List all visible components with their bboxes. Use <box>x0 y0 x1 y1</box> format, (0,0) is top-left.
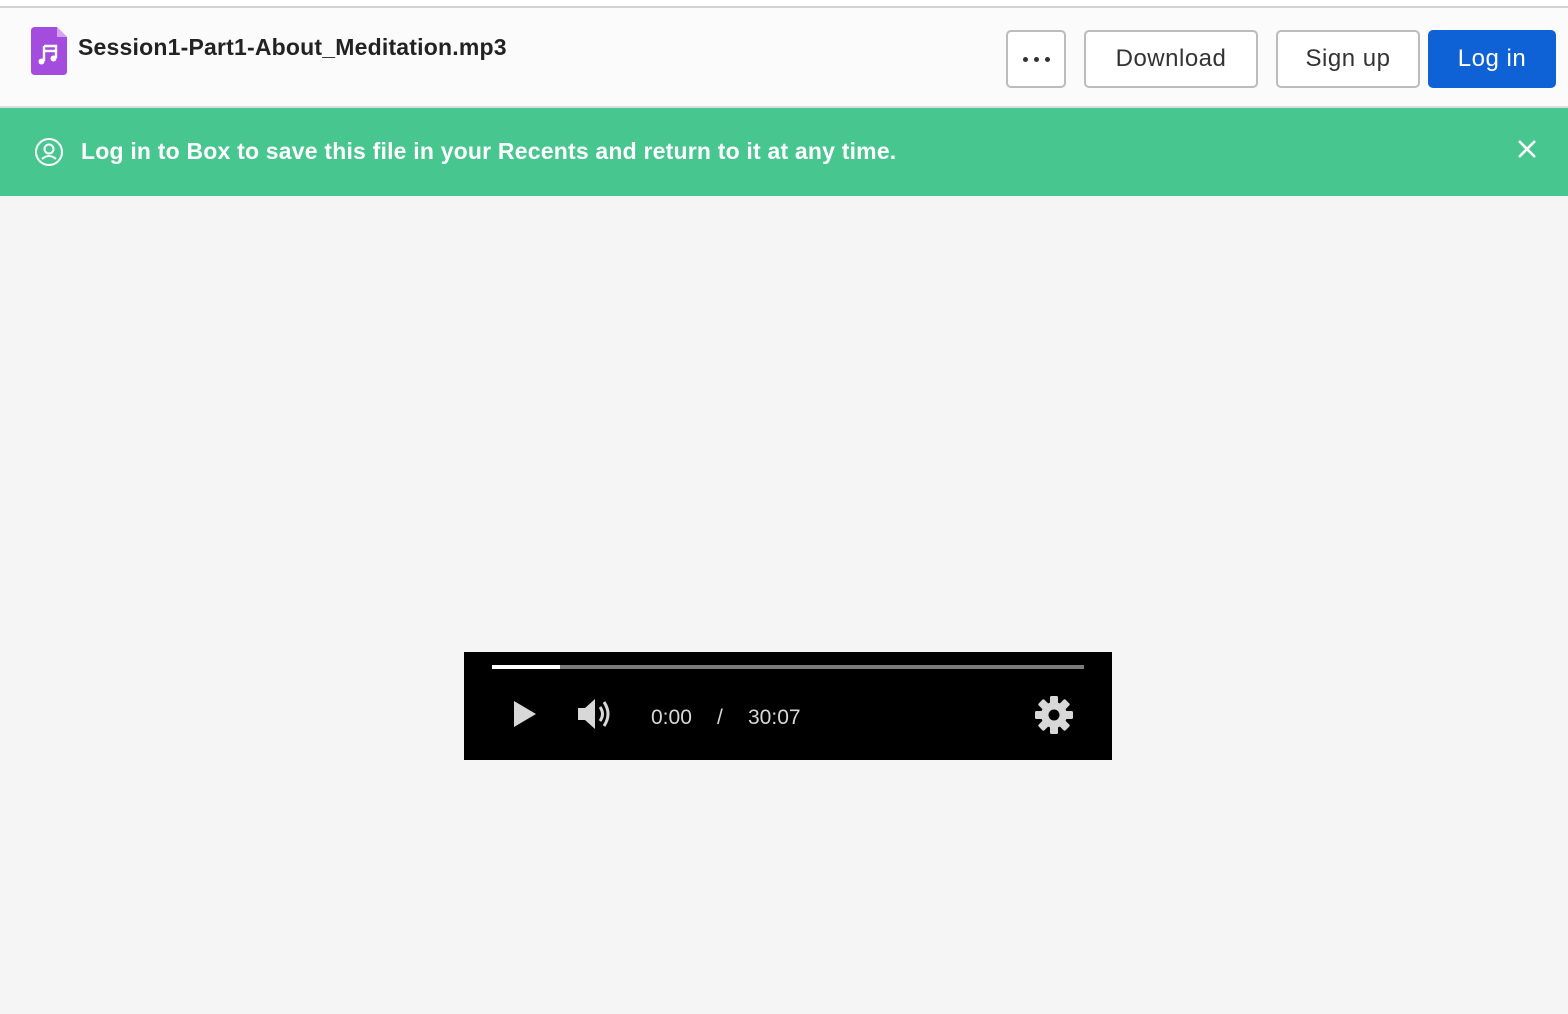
close-icon[interactable] <box>1514 136 1540 162</box>
banner-message: Log in to Box to save this file in your … <box>81 138 897 164</box>
play-icon[interactable] <box>512 700 538 728</box>
audio-file-icon <box>31 27 67 75</box>
time-separator: / <box>717 706 723 729</box>
audio-player: 0:00 / 30:07 <box>464 652 1112 760</box>
user-circle-icon <box>35 138 63 166</box>
volume-icon[interactable] <box>576 697 614 731</box>
sign-up-button[interactable]: Sign up <box>1276 30 1420 88</box>
progress-buffered <box>492 665 561 669</box>
gear-icon[interactable] <box>1034 695 1074 735</box>
progress-bar[interactable] <box>492 665 1084 669</box>
total-time: 30:07 <box>748 706 801 729</box>
more-options-button[interactable] <box>1006 30 1066 88</box>
download-button[interactable]: Download <box>1084 30 1258 88</box>
current-time: 0:00 <box>651 706 692 729</box>
more-options-icon <box>1022 56 1050 62</box>
file-name: Session1-Part1-About_Meditation.mp3 <box>78 34 507 60</box>
preview-header: Session1-Part1-About_Meditation.mp3 Down… <box>0 8 1568 108</box>
log-in-button[interactable]: Log in <box>1428 30 1556 88</box>
top-border <box>0 0 1568 8</box>
